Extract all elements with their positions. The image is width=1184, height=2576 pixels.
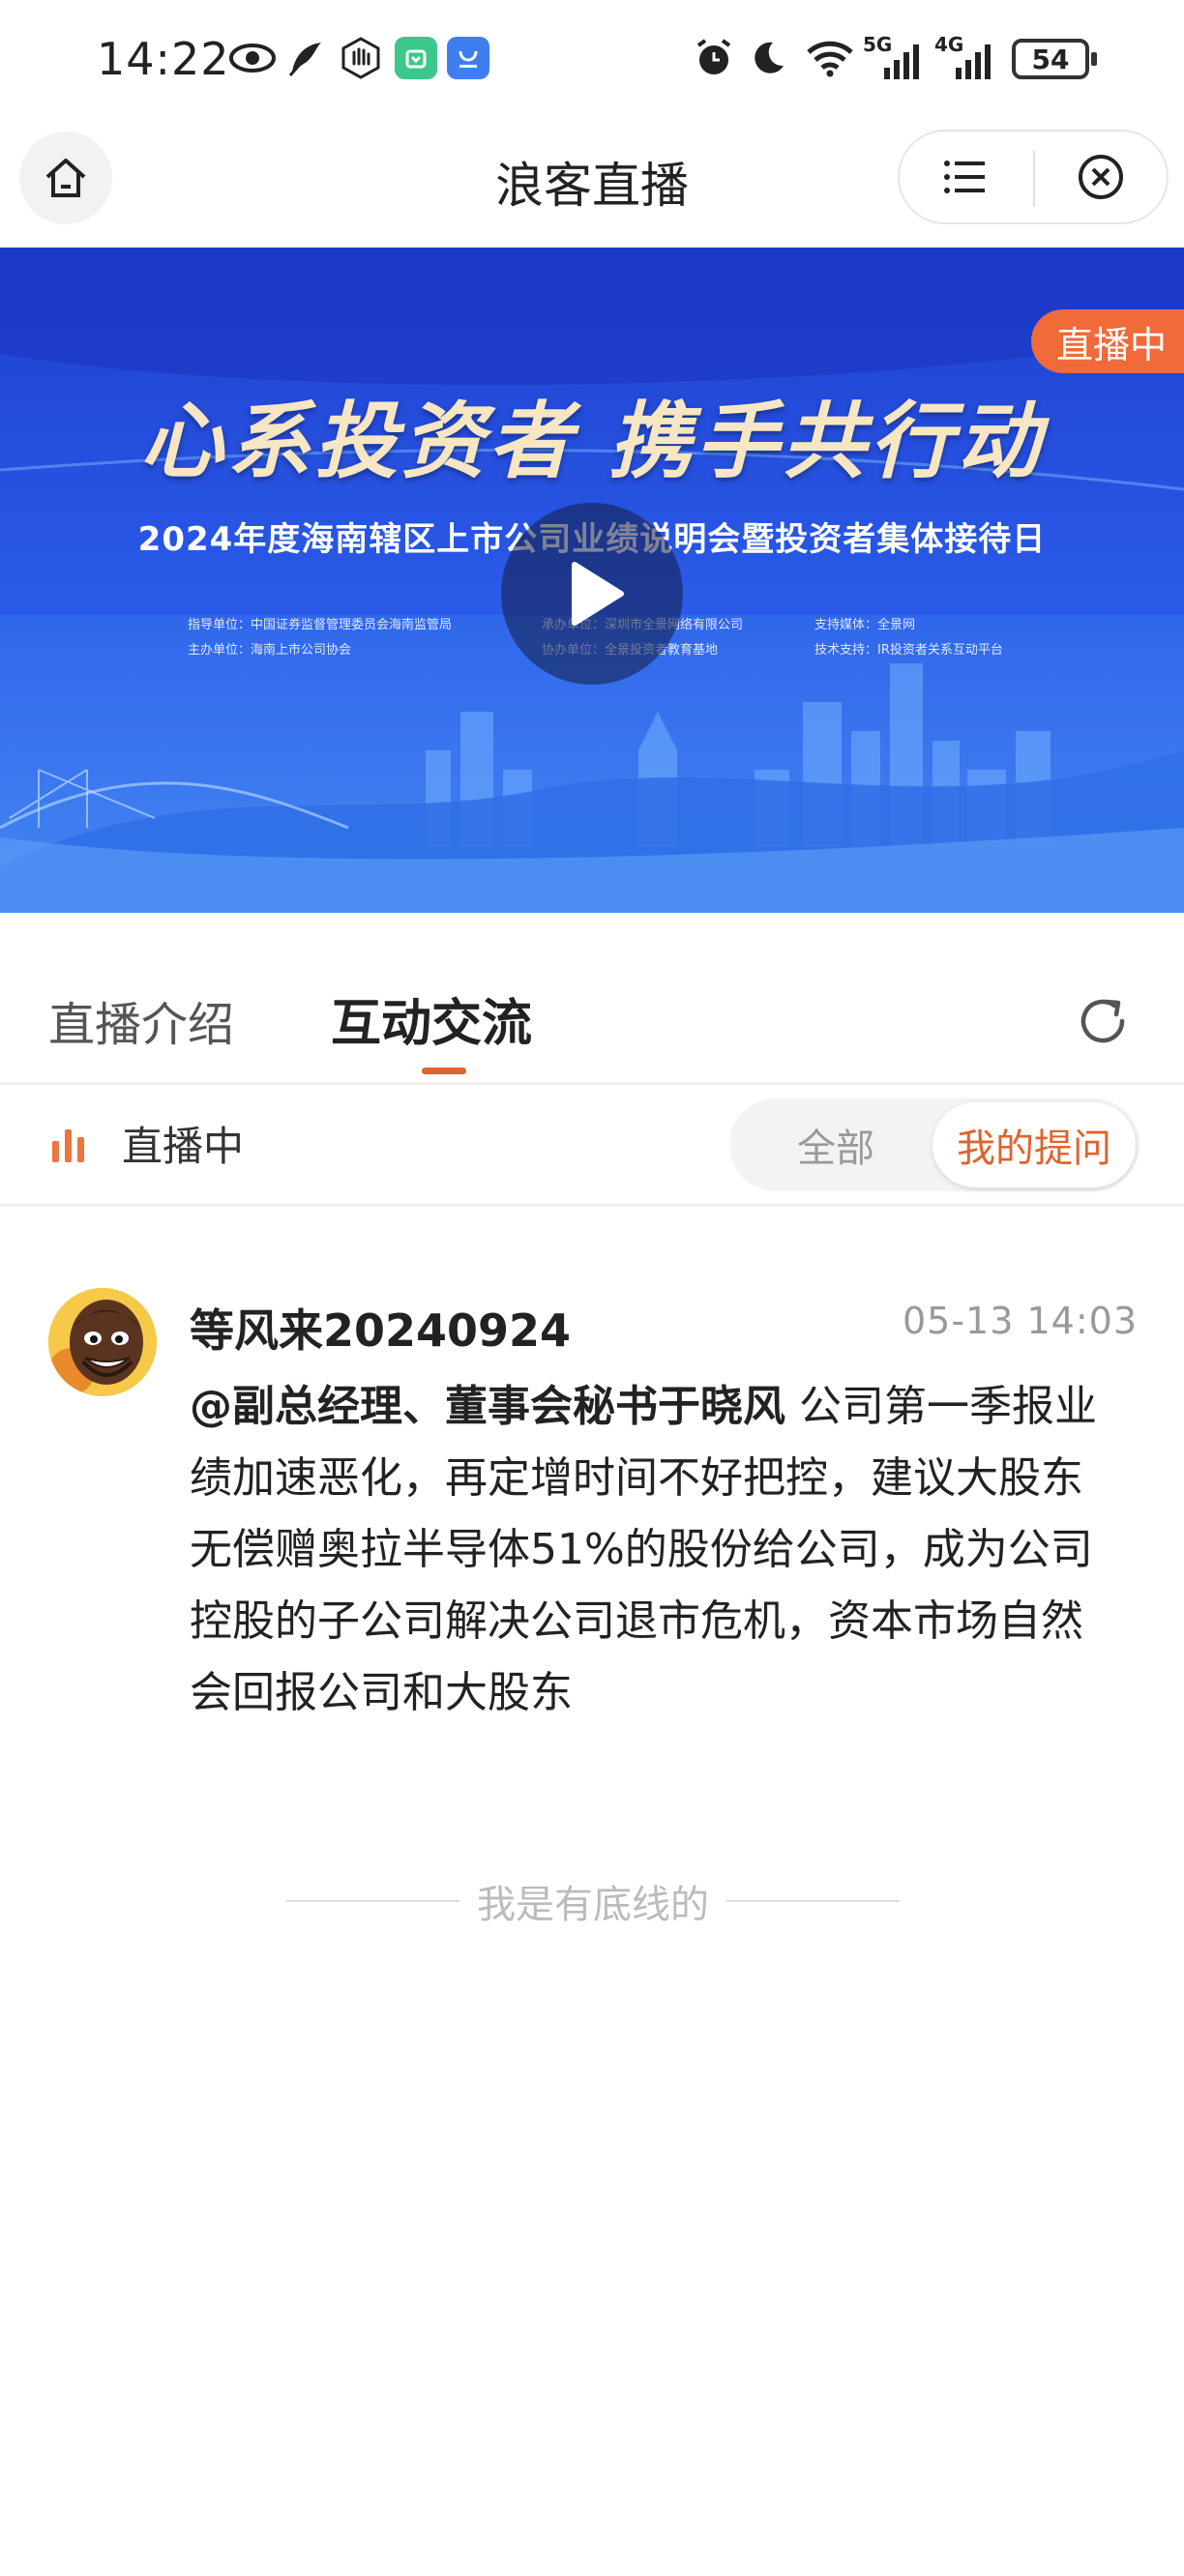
end-of-list-indicator: 我是有底线的 bbox=[286, 1874, 900, 1928]
live-video-banner[interactable]: 直播中 心系投资者 携手共行动 2024年度海南辖区上市公司业绩说明会暨投资者集… bbox=[0, 248, 1184, 913]
menu-button[interactable] bbox=[900, 132, 1031, 222]
end-of-list-text: 我是有底线的 bbox=[477, 1883, 709, 1927]
wifi-icon bbox=[803, 37, 857, 79]
tab-interaction[interactable]: 互动交流 bbox=[331, 982, 532, 1055]
post-content: @副总经理、董事会秘书于晓风 公司第一季报业绩加速恶化，再定增时间不好把控，建议… bbox=[190, 1371, 1118, 1729]
live-bars-icon bbox=[50, 1127, 87, 1162]
post-timestamp: 05-13 14:03 bbox=[902, 1300, 1138, 1342]
filter-bar: 直播中 全部 我的提问 bbox=[0, 1085, 1184, 1207]
status-time: 14:22 bbox=[97, 33, 230, 85]
post-username: 等风来20240924 bbox=[190, 1304, 572, 1357]
signal-4g-icon: 4G bbox=[934, 33, 998, 79]
live-status-badge: 直播中 bbox=[1030, 309, 1184, 373]
banner-credits-left: 指导单位：中国证券监督管理委员会海南监管局 主办单位：海南上市公司协会 bbox=[188, 613, 452, 663]
question-post: 等风来20240924 05-13 14:03 @副总经理、董事会秘书于晓风 公… bbox=[0, 1207, 1184, 1748]
close-circle-icon bbox=[1079, 155, 1123, 199]
question-filter-toggle: 全部 我的提问 bbox=[729, 1098, 1140, 1191]
live-status-label: 直播中 bbox=[122, 1123, 245, 1170]
nav-header: 浪客直播 bbox=[0, 126, 1184, 248]
battery-icon: 54 bbox=[1012, 39, 1097, 79]
content-tabs: 直播介绍 互动交流 bbox=[0, 913, 1184, 1085]
play-button[interactable] bbox=[501, 503, 683, 685]
play-icon bbox=[572, 562, 624, 626]
banner-slogan: 心系投资者 携手共行动 bbox=[140, 393, 1044, 490]
menu-icon bbox=[944, 161, 985, 193]
end-divider-left bbox=[286, 1900, 459, 1902]
refresh-icon bbox=[1080, 999, 1125, 1043]
leaf-icon bbox=[286, 37, 325, 79]
hand-icon bbox=[339, 37, 383, 79]
post-text: 公司第一季报业绩加速恶化，再定增时间不好把控，建议大股东无偿赠奥拉半导体51%的… bbox=[190, 1382, 1097, 1717]
banner-credits-right: 支持媒体：全景网 技术支持：IR投资者关系互动平台 bbox=[814, 613, 1003, 663]
end-divider-right bbox=[726, 1900, 900, 1902]
credit-line: 支持媒体：全景网 bbox=[814, 618, 916, 632]
filter-all-option[interactable]: 全部 bbox=[749, 1098, 923, 1191]
moon-icon bbox=[749, 37, 787, 79]
active-tab-indicator bbox=[422, 1068, 466, 1074]
signal-5g-icon: 5G bbox=[863, 33, 927, 79]
mini-program-capsule bbox=[898, 130, 1169, 224]
credit-line: 指导单位：中国证券监督管理委员会海南监管局 bbox=[188, 618, 453, 632]
battery-level: 54 bbox=[1031, 43, 1070, 75]
filter-my-questions-option[interactable]: 我的提问 bbox=[932, 1102, 1136, 1187]
close-button[interactable] bbox=[1035, 132, 1167, 222]
tab-live-intro[interactable]: 直播介绍 bbox=[48, 986, 234, 1054]
eye-icon bbox=[228, 37, 277, 79]
post-mention: @副总经理、董事会秘书于晓风 bbox=[190, 1382, 785, 1431]
credit-line: 技术支持：IR投资者关系互动平台 bbox=[814, 643, 1003, 658]
credit-line: 主办单位：海南上市公司协会 bbox=[188, 643, 352, 658]
alarm-icon bbox=[693, 37, 735, 79]
avatar[interactable] bbox=[48, 1288, 157, 1396]
app-icon-green bbox=[395, 37, 437, 79]
refresh-button[interactable] bbox=[1072, 990, 1134, 1052]
status-bar: 14:22 5G 4G 54 bbox=[0, 0, 1184, 126]
app-icon-blue bbox=[447, 37, 489, 79]
